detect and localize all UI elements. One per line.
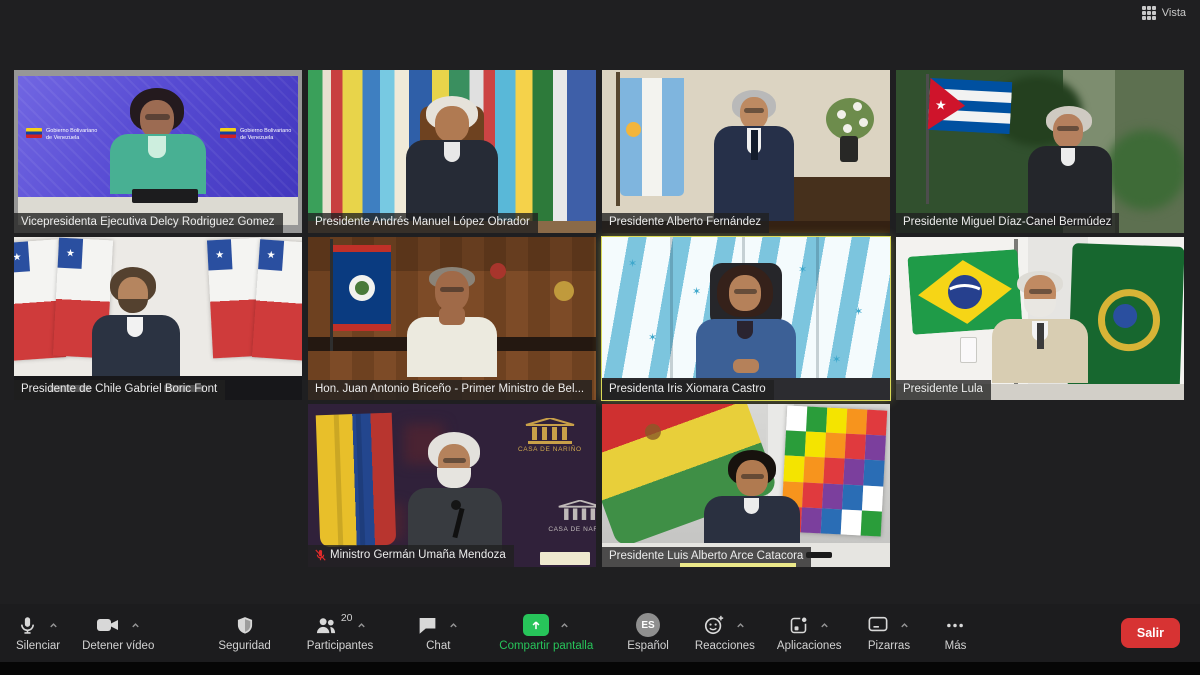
share-screen-icon [523,614,549,636]
video-tile-chile[interactable]: ★ ★ ★ ★ Presidente de Chile Gabriel Bori… [14,237,302,400]
more-dots-icon [944,615,966,636]
chat-button[interactable]: Chat [417,613,459,653]
chile-video-scene: ★ ★ ★ ★ [14,237,302,400]
chevron-up-icon[interactable] [448,620,459,631]
brazil-video-scene [896,237,1184,400]
video-tile-bolivia[interactable]: Presidente Luis Alberto Arce Catacora [602,404,890,567]
participant-name-label: Presidente Lula [896,380,991,401]
colombia-video-scene: CASA DE NARIÑO CASA DE NARIÑO [308,404,596,567]
cuba-video-scene: ★ [896,70,1184,233]
participant-name-label: Presidente Alberto Fernández [602,213,769,234]
participant-name-label: Vicepresidenta Ejecutiva Delcy Rodriguez… [14,213,283,234]
participant-name-label: Presidente Miguel Díaz-Canel Bermúdez [896,213,1119,234]
gallery-view-icon [1142,6,1156,20]
participants-count: 20 [341,612,353,624]
language-interpretation-icon: ES [636,613,660,637]
video-tile-cuba[interactable]: ★ Presidente Miguel Díaz-Canel Bermúdez [896,70,1184,233]
participant-name-label: Hon. Juan Antonio Briceño - Primer Minis… [308,380,592,401]
stop-video-button[interactable]: Detener vídeo [82,613,154,653]
mexico-video-scene [308,70,596,233]
belize-flag [333,245,391,331]
chevron-up-icon[interactable] [356,620,367,631]
shield-icon [235,615,255,636]
chevron-up-icon[interactable] [735,620,746,631]
video-tile-venezuela[interactable]: Gobierno Bolivariano de Venezuela Gobier… [14,70,302,233]
venezuela-video-scene: Gobierno Bolivariano de Venezuela Gobier… [14,70,302,233]
chile-flag: ★ [252,239,302,360]
meeting-toolbar: Silenciar Detener vídeo Seguridad [0,604,1200,662]
security-button[interactable]: Seguridad [218,613,270,653]
cuba-flag: ★ [928,78,1013,134]
zoom-meeting-window: Vista Gobierno Bolivariano de Venezuela … [0,0,1200,675]
video-tile-mexico[interactable]: Presidente Andrés Manuel López Obrador [308,70,596,233]
chevron-up-icon[interactable] [899,620,910,631]
venezuela-gov-logo: Gobierno Bolivariano de Venezuela [26,128,102,141]
video-tile-brazil[interactable]: Presidente Lula [896,237,1184,400]
view-button-label: Vista [1162,7,1186,19]
reactions-smiley-icon [703,614,725,636]
active-audio-indicator [680,563,796,567]
participant-name-label: Ministro Germán Umaña Mendoza [308,545,514,567]
participant-name-label: Presidenta Iris Xiomara Castro [602,380,774,401]
video-tile-argentina[interactable]: Presidente Alberto Fernández [602,70,890,233]
argentina-flag [620,78,684,196]
belize-video-scene [308,237,596,400]
whiteboards-button[interactable]: Pizarras [867,613,910,653]
video-tile-belize[interactable]: Hon. Juan Antonio Briceño - Primer Minis… [308,237,596,400]
participants-icon [314,615,338,636]
participant-name-label: Presidente de Chile Gabriel Boric Font [14,380,225,401]
more-button[interactable]: Más [944,613,966,653]
participants-button[interactable]: 20 Participantes [307,613,373,653]
chevron-up-icon[interactable] [819,620,830,631]
honduras-video-scene: ✶ ✶ ✶ ✶ ✶ ✶ [602,237,890,400]
video-tile-colombia[interactable]: CASA DE NARIÑO CASA DE NARIÑO [308,404,596,567]
bolivia-video-scene [602,404,890,567]
apps-icon [788,615,809,636]
muted-microphone-icon [315,549,326,562]
video-tile-honduras[interactable]: ✶ ✶ ✶ ✶ ✶ ✶ Presidenta Iris Xiomara Cast… [602,237,890,400]
share-screen-button[interactable]: Compartir pantalla [499,613,593,653]
interpretation-button[interactable]: ES Español [627,613,669,653]
casa-de-narino-logo: CASA DE NARIÑO [548,500,596,533]
participant-name-label: Presidente Andrés Manuel López Obrador [308,213,538,234]
chat-bubble-icon [417,615,438,635]
chevron-up-icon[interactable] [559,620,570,631]
chevron-up-icon[interactable] [48,620,59,631]
colombia-flag [316,413,397,548]
whiteboard-icon [867,615,889,635]
svg-text:★: ★ [935,97,947,113]
camera-icon [96,615,120,635]
bottom-strip [0,662,1200,675]
apps-button[interactable]: Aplicaciones [777,613,842,653]
argentina-video-scene [602,70,890,233]
casa-de-narino-logo: CASA DE NARIÑO [518,418,582,453]
venezuela-gov-logo: Gobierno Bolivariano de Venezuela [220,128,296,141]
microphone-icon [17,615,38,636]
view-button[interactable]: Vista [1142,6,1186,20]
mute-button[interactable]: Silenciar [16,613,60,653]
reactions-button[interactable]: Reacciones [695,613,755,653]
chevron-up-icon[interactable] [130,620,141,631]
leave-meeting-button[interactable]: Salir [1121,618,1180,648]
